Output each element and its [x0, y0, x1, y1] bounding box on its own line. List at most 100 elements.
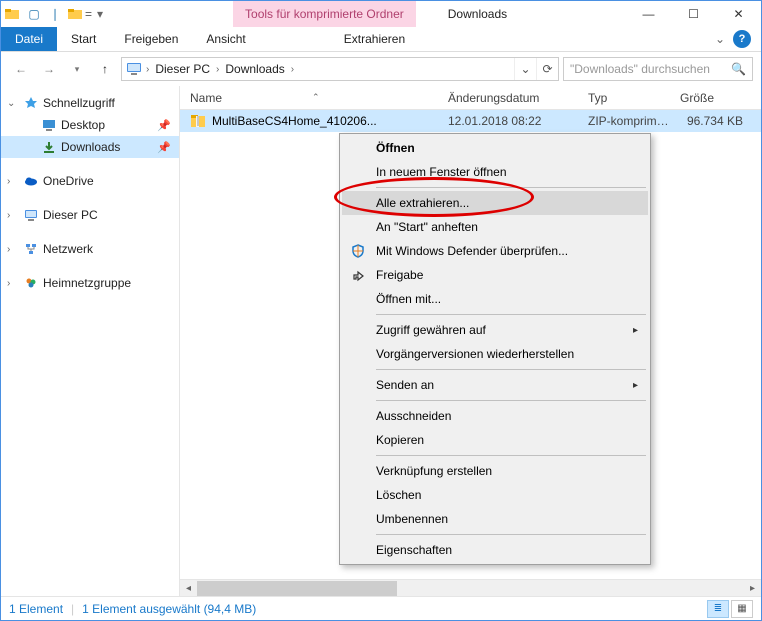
address-bar[interactable]: › Dieser PC › Downloads › ⌄ ⟳	[121, 57, 559, 81]
status-count: 1 Element	[9, 602, 63, 616]
sort-indicator-icon: ⌃	[312, 92, 320, 103]
scroll-thumb[interactable]	[197, 581, 397, 596]
ctx-delete[interactable]: Löschen	[342, 483, 648, 507]
chevron-right-icon: ▸	[633, 325, 638, 336]
share-icon	[350, 267, 366, 283]
ctx-grant-access[interactable]: Zugriff gewähren auf▸	[342, 318, 648, 342]
chevron-right-icon[interactable]: ›	[7, 176, 19, 187]
pc-icon	[126, 61, 142, 77]
sidebar-desktop[interactable]: Desktop 📌	[1, 114, 179, 136]
qat-equals-icon[interactable]: =	[85, 7, 92, 21]
close-button[interactable]: ✕	[716, 1, 761, 27]
downloads-icon	[41, 139, 57, 155]
view-details-button[interactable]: ≣	[707, 600, 729, 618]
ctx-open[interactable]: Öffnen	[342, 136, 648, 160]
titlebar: ▢ ❘ = ▾ Tools für komprimierte Ordner Do…	[1, 1, 761, 27]
column-type[interactable]: Typ	[578, 91, 670, 105]
pc-icon	[23, 207, 39, 223]
context-menu: Öffnen In neuem Fenster öffnen Alle extr…	[339, 133, 651, 565]
tab-freigeben[interactable]: Freigeben	[110, 27, 192, 51]
scroll-left-icon[interactable]: ◂	[180, 580, 197, 597]
ctx-extract-all[interactable]: Alle extrahieren...	[342, 191, 648, 215]
file-name: MultiBaseCS4Home_410206...	[212, 114, 377, 128]
sidebar-quickaccess[interactable]: ⌄ Schnellzugriff	[1, 92, 179, 114]
file-size: 96.734 KB	[670, 114, 761, 128]
qat-properties-icon[interactable]: ▢	[24, 4, 44, 24]
horizontal-scrollbar[interactable]: ◂ ▸	[180, 579, 761, 596]
scroll-right-icon[interactable]: ▸	[744, 580, 761, 597]
ctx-copy[interactable]: Kopieren	[342, 428, 648, 452]
file-type: ZIP-komprimierter...	[578, 114, 670, 128]
tab-start[interactable]: Start	[57, 27, 110, 51]
tab-ansicht[interactable]: Ansicht	[192, 27, 259, 51]
chevron-right-icon[interactable]: ›	[216, 64, 219, 75]
chevron-right-icon[interactable]: ›	[291, 64, 294, 75]
column-size[interactable]: Größe	[670, 91, 761, 105]
sidebar-onedrive[interactable]: › OneDrive	[1, 170, 179, 192]
nav-pane: ⌄ Schnellzugriff Desktop 📌 Downloads 📌 ›	[1, 86, 179, 596]
ctx-defender[interactable]: Mit Windows Defender überprüfen...	[342, 239, 648, 263]
chevron-down-icon[interactable]: ⌄	[7, 98, 19, 109]
ctx-previous-versions[interactable]: Vorgängerversionen wiederherstellen	[342, 342, 648, 366]
tab-extrahieren[interactable]: Extrahieren	[312, 27, 437, 51]
help-button[interactable]: ?	[733, 30, 751, 48]
breadcrumb-thispc[interactable]: Dieser PC	[153, 62, 212, 76]
forward-button[interactable]: →	[37, 57, 61, 81]
folder-icon	[5, 7, 19, 21]
qat-new-icon[interactable]: ❘	[45, 4, 65, 24]
navbar: ← → ▾ ↑ › Dieser PC › Downloads › ⌄ ⟳ "D…	[1, 52, 761, 86]
chevron-right-icon: ▸	[633, 380, 638, 391]
ribbon-expand-icon[interactable]: ⌄	[715, 32, 725, 46]
sidebar-homegroup[interactable]: › Heimnetzgruppe	[1, 272, 179, 294]
file-date: 12.01.2018 08:22	[438, 114, 578, 128]
chevron-right-icon[interactable]: ›	[146, 64, 149, 75]
ctx-open-with[interactable]: Öffnen mit...	[342, 287, 648, 311]
sidebar-downloads[interactable]: Downloads 📌	[1, 136, 179, 158]
sidebar-network[interactable]: › Netzwerk	[1, 238, 179, 260]
status-bar: 1 Element | 1 Element ausgewählt (94,4 M…	[1, 596, 761, 620]
search-placeholder: "Downloads" durchsuchen	[570, 62, 710, 76]
recent-dropdown-icon[interactable]: ▾	[65, 57, 89, 81]
ctx-properties[interactable]: Eigenschaften	[342, 538, 648, 562]
view-icons-button[interactable]: ▦	[731, 600, 753, 618]
search-input[interactable]: "Downloads" durchsuchen 🔍	[563, 57, 753, 81]
window-title: Downloads	[448, 1, 507, 27]
maximize-button[interactable]: ☐	[671, 1, 716, 27]
up-button[interactable]: ↑	[93, 57, 117, 81]
ctx-rename[interactable]: Umbenennen	[342, 507, 648, 531]
search-icon[interactable]: 🔍	[731, 62, 746, 76]
chevron-right-icon[interactable]: ›	[7, 278, 19, 289]
status-selection: 1 Element ausgewählt (94,4 MB)	[82, 602, 256, 616]
chevron-right-icon[interactable]: ›	[7, 210, 19, 221]
column-name[interactable]: Name⌃	[180, 91, 438, 105]
ctx-send-to[interactable]: Senden an▸	[342, 373, 648, 397]
folder-small-icon	[68, 7, 82, 21]
back-button[interactable]: ←	[9, 57, 33, 81]
ctx-create-shortcut[interactable]: Verknüpfung erstellen	[342, 459, 648, 483]
pin-icon: 📌	[157, 141, 171, 154]
pin-icon: 📌	[157, 119, 171, 132]
address-dropdown-icon[interactable]: ⌄	[514, 58, 536, 80]
ctx-pin-start[interactable]: An "Start" anheften	[342, 215, 648, 239]
ribbon-tabs: Datei Start Freigeben Ansicht Extrahiere…	[1, 27, 761, 52]
network-icon	[23, 241, 39, 257]
breadcrumb-downloads[interactable]: Downloads	[223, 62, 286, 76]
homegroup-icon	[23, 275, 39, 291]
desktop-icon	[41, 117, 57, 133]
sidebar-thispc[interactable]: › Dieser PC	[1, 204, 179, 226]
refresh-button[interactable]: ⟳	[536, 58, 558, 80]
ctx-share[interactable]: Freigabe	[342, 263, 648, 287]
ctx-cut[interactable]: Ausschneiden	[342, 404, 648, 428]
qat-dropdown-icon[interactable]: ▾	[97, 7, 103, 21]
cloud-icon	[23, 173, 39, 189]
chevron-right-icon[interactable]: ›	[7, 244, 19, 255]
file-row[interactable]: MultiBaseCS4Home_410206... 12.01.2018 08…	[180, 110, 761, 132]
defender-icon	[350, 243, 366, 259]
minimize-button[interactable]: —	[626, 1, 671, 27]
contextual-tab[interactable]: Tools für komprimierte Ordner	[233, 1, 416, 27]
zip-file-icon	[190, 113, 206, 129]
ctx-open-new-window[interactable]: In neuem Fenster öffnen	[342, 160, 648, 184]
column-date[interactable]: Änderungsdatum	[438, 91, 578, 105]
file-menu[interactable]: Datei	[1, 27, 57, 51]
column-headers: Name⌃ Änderungsdatum Typ Größe	[180, 86, 761, 110]
